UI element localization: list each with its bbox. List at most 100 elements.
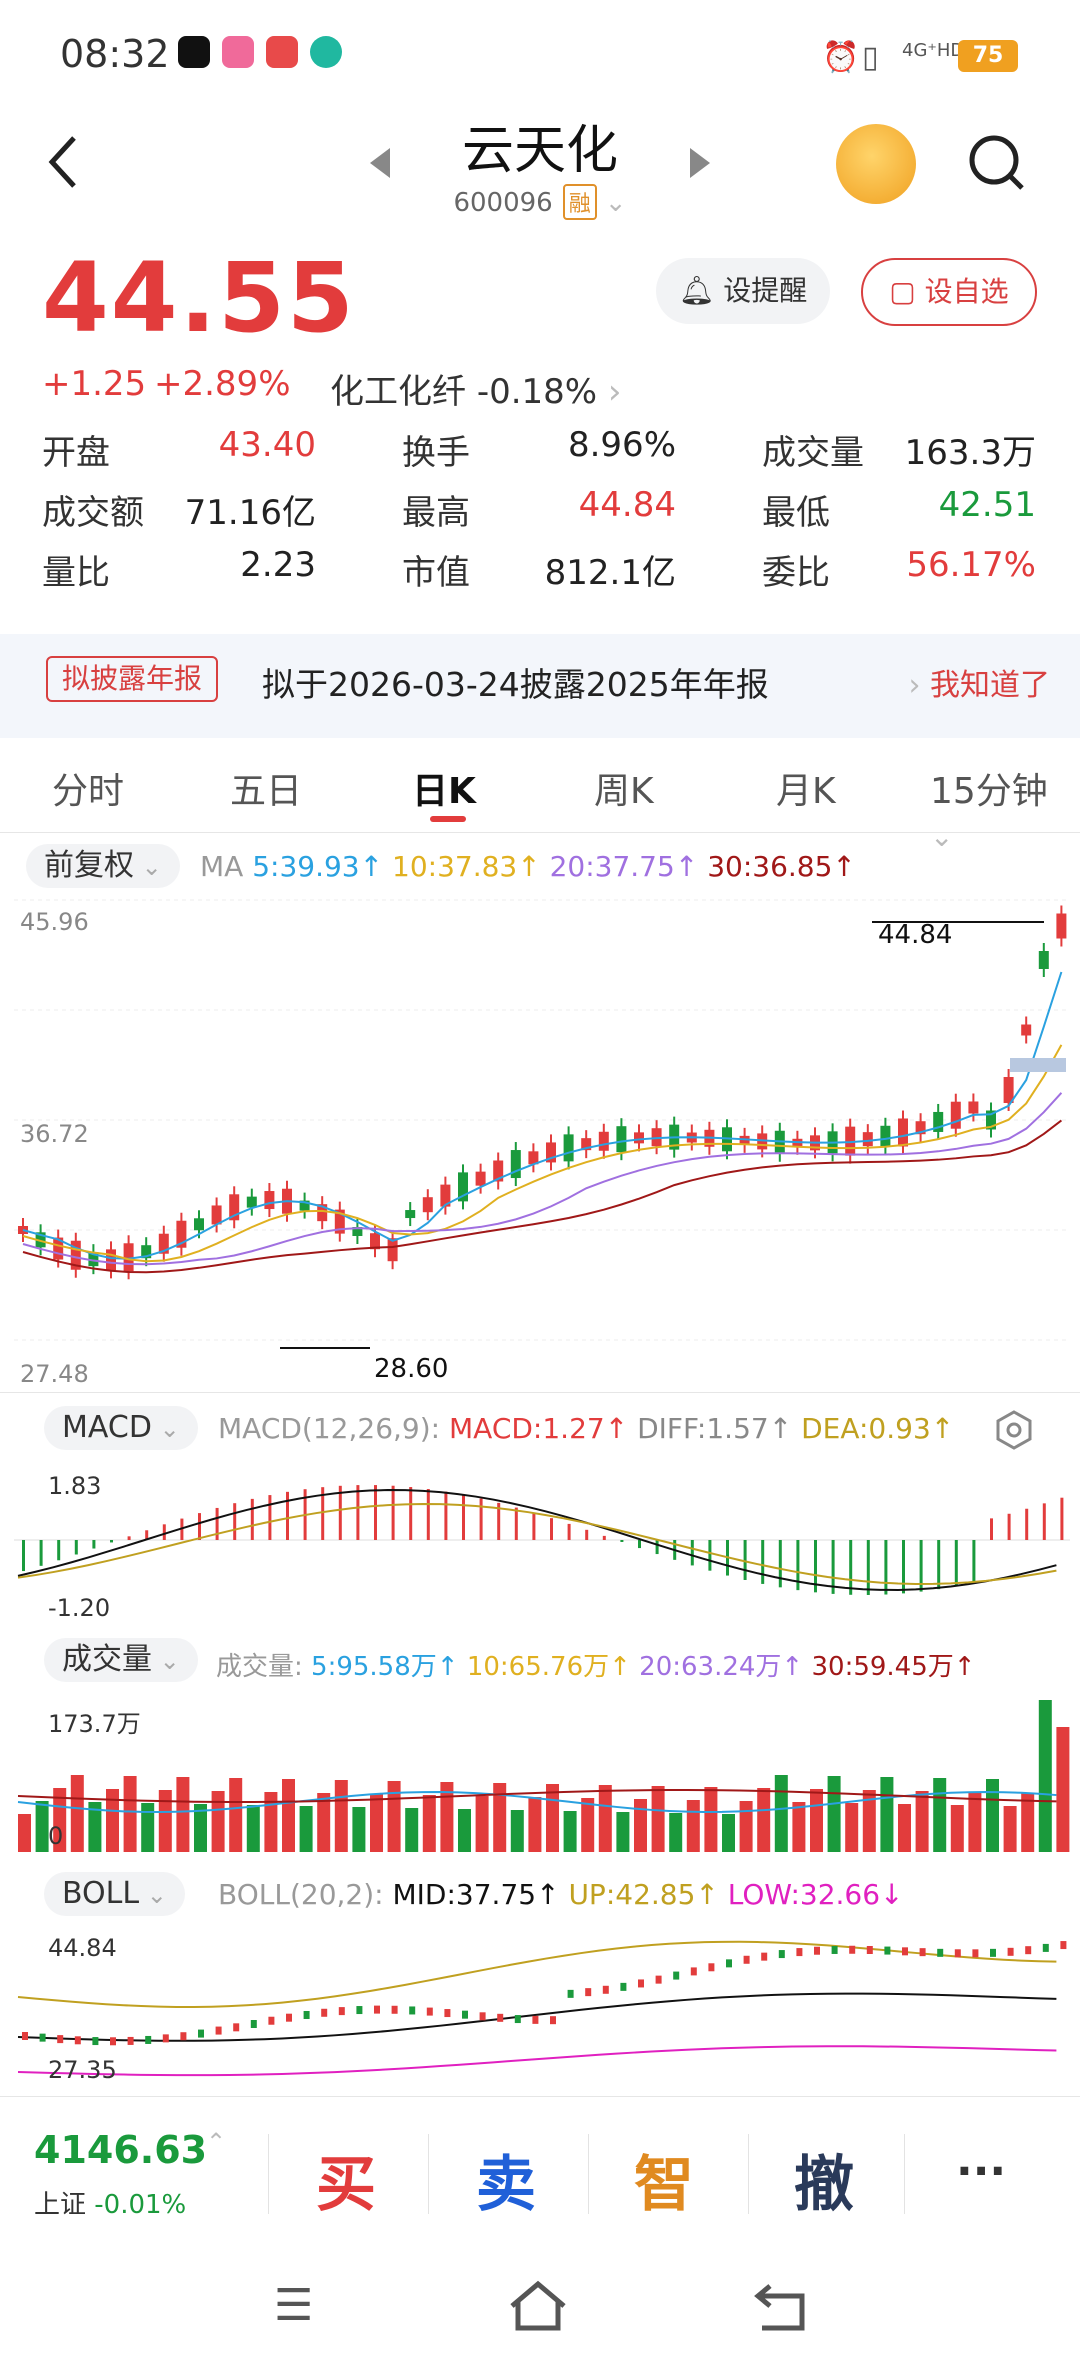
macd-chart[interactable] bbox=[0, 1460, 1080, 1620]
volume-chart[interactable] bbox=[0, 1692, 1080, 1852]
volume-bar bbox=[141, 1803, 155, 1852]
volume-bar bbox=[986, 1779, 999, 1852]
macd-bar bbox=[1025, 1508, 1029, 1540]
high-value: 44.84 bbox=[578, 485, 676, 525]
smart-button[interactable]: 智 bbox=[634, 2136, 694, 2223]
back-nav-button[interactable] bbox=[752, 2282, 808, 2332]
macd-bar bbox=[444, 1491, 448, 1540]
buy-button[interactable]: 买 bbox=[316, 2136, 376, 2223]
ma5-value: 5:39.93↑ bbox=[252, 850, 384, 883]
macd-bar bbox=[655, 1540, 659, 1555]
macd-bar bbox=[585, 1529, 589, 1540]
index-ticker[interactable]: 4146.63 ⌃ 上证 -0.01% bbox=[0, 2110, 250, 2240]
search-icon bbox=[969, 135, 1024, 190]
macd-pill-label: MACD bbox=[62, 1410, 152, 1445]
candle-body bbox=[898, 1118, 908, 1147]
index-name: 上证 bbox=[34, 2190, 87, 2220]
boll-candle bbox=[462, 2010, 468, 2019]
macd-bar bbox=[286, 1491, 289, 1540]
menu-nav-button[interactable]: ☰ bbox=[274, 2280, 313, 2331]
tab-15min[interactable]: 15分钟 ⌄ bbox=[930, 762, 1080, 855]
chevron-down-icon: ⌄ bbox=[139, 1881, 167, 1909]
action-bar: 4146.63 ⌃ 上证 -0.01% 买 卖 智 撤 ··· bbox=[0, 2110, 1080, 2240]
macd-bar bbox=[690, 1540, 694, 1566]
diff-value: DIFF:1.57↑ bbox=[637, 1412, 793, 1445]
dismiss-notice-button[interactable]: › 我知道了 bbox=[908, 660, 1050, 704]
volume-selector[interactable]: 成交量 ⌄ bbox=[44, 1638, 198, 1682]
tab-monthly-k[interactable]: 月K bbox=[776, 762, 836, 814]
chevron-down-icon: ⌄ bbox=[151, 1415, 180, 1443]
settings-hex-icon[interactable] bbox=[996, 1410, 1032, 1450]
tab-intraday[interactable]: 分时 bbox=[52, 762, 124, 814]
search-button[interactable] bbox=[966, 130, 1028, 196]
tab-daily-k[interactable]: 日K bbox=[412, 762, 476, 814]
volume-bar bbox=[158, 1790, 172, 1852]
home-nav-button[interactable] bbox=[508, 2280, 568, 2332]
stock-code-row[interactable]: 600096 融 ⌄ bbox=[0, 184, 1080, 220]
douyin-icon bbox=[178, 36, 210, 68]
ma20-value: 20:37.75↑ bbox=[549, 850, 699, 883]
chevron-right-icon: › bbox=[908, 668, 921, 703]
notice-tag: 拟披露年报 bbox=[46, 656, 219, 702]
period-tabs: 分时 五日 日K 周K 月K 15分钟 ⌄ bbox=[0, 748, 1080, 853]
boll-candle bbox=[919, 1948, 926, 1957]
dismiss-notice-label: 我知道了 bbox=[930, 668, 1050, 703]
volume-bar bbox=[70, 1775, 84, 1852]
back-nav-icon bbox=[754, 2284, 805, 2331]
boll-params: BOLL(20,2): bbox=[218, 1878, 384, 1911]
tab-weekly-k[interactable]: 周K bbox=[594, 762, 654, 814]
cancel-order-button[interactable]: 撤 bbox=[794, 2136, 854, 2223]
low-value: 42.51 bbox=[938, 485, 1036, 525]
more-button[interactable]: ··· bbox=[956, 2146, 1006, 2197]
volume-bar bbox=[528, 1797, 542, 1852]
volume-bar bbox=[106, 1789, 119, 1852]
volume-bar bbox=[1021, 1793, 1035, 1852]
boll-candle bbox=[409, 2006, 416, 2015]
boll-candle bbox=[673, 1971, 680, 1980]
boll-candle bbox=[250, 2019, 257, 2028]
boll-candle bbox=[215, 2026, 222, 2035]
turnover-label: 换手 bbox=[402, 433, 470, 473]
candlestick-chart[interactable] bbox=[0, 890, 1080, 1390]
volume-bar bbox=[176, 1777, 190, 1852]
macd-selector[interactable]: MACD ⌄ bbox=[44, 1406, 198, 1450]
adjust-label: 前复权 bbox=[44, 848, 134, 883]
kline-min-label: 28.60 bbox=[374, 1354, 449, 1384]
tab-15min-label: 15分钟 bbox=[930, 771, 1048, 812]
volume-bar bbox=[880, 1777, 894, 1852]
macd-bar bbox=[110, 1540, 113, 1543]
boll-candle bbox=[268, 2016, 275, 2025]
macd-bar bbox=[215, 1507, 219, 1540]
macd-axis-bottom: -1.20 bbox=[48, 1594, 111, 1622]
boll-candle bbox=[778, 1950, 785, 1959]
boll-candle bbox=[233, 2023, 240, 2032]
volume-bar bbox=[352, 1807, 366, 1852]
sell-button[interactable]: 卖 bbox=[476, 2136, 536, 2223]
adjust-selector[interactable]: 前复权 ⌄ bbox=[26, 844, 180, 888]
quote-stats: 开盘 43.40 换手 8.96% 成交量 163.3万 成交额 71.16亿 … bbox=[42, 425, 1038, 605]
boll-candle bbox=[127, 2036, 134, 2045]
index-line: 上证 -0.01% bbox=[34, 2184, 186, 2221]
macd-bar bbox=[884, 1540, 888, 1595]
set-alert-button[interactable]: 🔔︎ 设提醒 bbox=[656, 258, 830, 324]
candle-body bbox=[968, 1101, 979, 1114]
volume-bar bbox=[510, 1810, 524, 1852]
divider bbox=[268, 2134, 269, 2214]
boll-chart[interactable] bbox=[0, 1922, 1080, 2092]
chevron-down-icon: ⌄ bbox=[604, 188, 627, 218]
add-watchlist-button[interactable]: ▢ 设自选 bbox=[861, 258, 1037, 326]
candle-body bbox=[1056, 913, 1067, 939]
volume-ratio-value: 2.23 bbox=[240, 545, 316, 585]
tab-five-day[interactable]: 五日 bbox=[230, 762, 302, 814]
volume-bar bbox=[739, 1801, 753, 1852]
boll-selector[interactable]: BOLL ⌄ bbox=[44, 1872, 185, 1916]
app-zhang-icon bbox=[266, 36, 298, 68]
kline-max-label: 44.84 bbox=[878, 920, 953, 950]
boll-candle bbox=[550, 2016, 556, 2025]
macd-bar bbox=[462, 1494, 465, 1540]
mascot-avatar[interactable] bbox=[836, 124, 916, 204]
volume-bar bbox=[686, 1800, 700, 1852]
entrust-ratio-value: 56.17% bbox=[906, 545, 1036, 585]
sector-link[interactable]: 化工化纤 -0.18% › bbox=[330, 364, 622, 413]
candle-body bbox=[194, 1218, 204, 1231]
